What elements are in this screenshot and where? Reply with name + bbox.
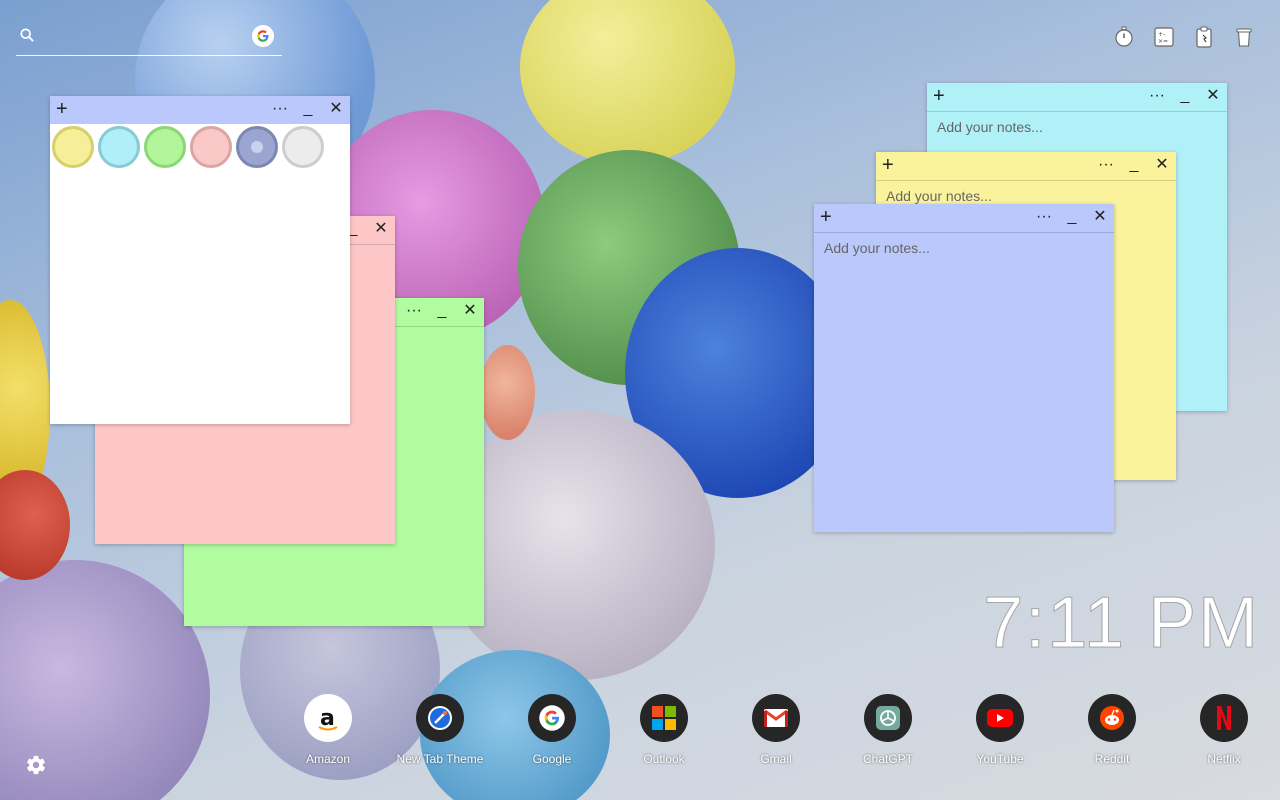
add-note-button[interactable]: + [882, 155, 898, 175]
shortcut-google[interactable]: Google [496, 694, 608, 766]
search-icon [20, 28, 34, 42]
gear-icon[interactable] [25, 754, 47, 776]
gmail-icon[interactable] [752, 694, 800, 742]
shortcut-label: YouTube [976, 752, 1024, 766]
minimize-button[interactable]: _ [1064, 208, 1080, 226]
note-titlebar[interactable]: + ··· _ ✕ [50, 96, 350, 124]
chatgpt-icon[interactable] [864, 694, 912, 742]
more-options-button[interactable]: ··· [1098, 156, 1114, 174]
google-search-engine-icon[interactable] [252, 25, 274, 47]
minimize-button[interactable]: _ [1126, 156, 1142, 174]
calculator-icon[interactable]: +- ×= [1154, 26, 1174, 48]
note-text-area[interactable]: Add your notes... [937, 119, 1043, 135]
svg-text:+-: +- [1158, 31, 1165, 38]
shortcut-reddit[interactable]: Reddit [1056, 694, 1168, 766]
note-titlebar[interactable]: + ··· _ ✕ [927, 83, 1227, 111]
shortcut-label: New Tab Theme [396, 752, 484, 766]
youtube-icon[interactable] [976, 694, 1024, 742]
more-options-button[interactable]: ··· [1036, 208, 1052, 226]
shortcut-new-tab-theme[interactable]: New Tab Theme [384, 694, 496, 766]
clock: 7:11 PM [983, 583, 1260, 664]
divider [876, 180, 1176, 181]
shortcut-label: Netflix [1207, 752, 1241, 766]
minimize-button[interactable]: _ [300, 100, 316, 118]
shortcut-label: Amazon [305, 752, 351, 766]
shortcut-outlook[interactable]: Outlook [608, 694, 720, 766]
note-titlebar[interactable]: + ··· _ ✕ [876, 152, 1176, 180]
shortcut-amazon[interactable]: a Amazon [272, 694, 384, 766]
shortcut-netflix[interactable]: Netflix [1168, 694, 1280, 766]
note-text-area[interactable]: Add your notes... [886, 188, 992, 204]
color-swatch-white[interactable] [282, 126, 324, 168]
more-options-button[interactable]: ··· [272, 100, 288, 118]
shortcut-label: Gmail [760, 752, 792, 766]
close-button[interactable]: ✕ [462, 302, 478, 320]
shortcut-label: ChatGPT [862, 752, 913, 766]
shortcut-youtube[interactable]: YouTube [944, 694, 1056, 766]
shortcut-gmail[interactable]: Gmail [720, 694, 832, 766]
shortcut-label: Google [532, 752, 572, 766]
add-note-button[interactable]: + [933, 86, 949, 106]
more-options-button[interactable]: ··· [406, 302, 422, 320]
stopwatch-icon[interactable] [1114, 26, 1134, 48]
color-swatch-pink[interactable] [190, 126, 232, 168]
close-button[interactable]: ✕ [1205, 87, 1221, 105]
color-swatch-blue-selected[interactable] [236, 126, 278, 168]
minimize-button[interactable]: _ [434, 302, 450, 320]
new-tab-theme-icon[interactable] [416, 694, 464, 742]
netflix-icon[interactable] [1200, 694, 1248, 742]
color-swatch-green[interactable] [144, 126, 186, 168]
clipboard-icon[interactable] [1194, 26, 1214, 48]
reddit-icon[interactable] [1088, 694, 1136, 742]
divider [927, 111, 1227, 112]
shortcut-chatgpt[interactable]: ChatGPT [832, 694, 944, 766]
add-note-button[interactable]: + [56, 99, 72, 119]
add-note-button[interactable]: + [820, 207, 836, 227]
color-swatch-yellow[interactable] [52, 126, 94, 168]
shortcut-label: Reddit [1094, 752, 1130, 766]
toolbar: +- ×= [1114, 26, 1254, 48]
shortcut-dock: a Amazon New Tab Theme Google Outlook Gm [272, 694, 1280, 766]
note-text-area[interactable]: Add your notes... [824, 240, 930, 256]
sticky-note-blue[interactable]: + ··· _ ✕ Add your notes... [814, 204, 1114, 532]
trash-icon[interactable] [1234, 26, 1254, 48]
minimize-button[interactable]: _ [1177, 87, 1193, 105]
more-options-button[interactable]: ··· [1149, 87, 1165, 105]
note-titlebar[interactable]: + ··· _ ✕ [814, 204, 1114, 232]
google-icon[interactable] [528, 694, 576, 742]
shortcut-label: Outlook [643, 752, 685, 766]
color-swatch-cyan[interactable] [98, 126, 140, 168]
search-input[interactable] [50, 28, 244, 50]
close-button[interactable]: ✕ [1092, 208, 1108, 226]
outlook-icon[interactable] [640, 694, 688, 742]
search-bar [16, 22, 282, 56]
color-picker [52, 126, 324, 168]
svg-text:a: a [320, 706, 335, 731]
close-button[interactable]: ✕ [328, 100, 344, 118]
close-button[interactable]: ✕ [1154, 156, 1170, 174]
svg-text:×=: ×= [1158, 38, 1168, 45]
sticky-note-white[interactable]: + ··· _ ✕ [50, 96, 350, 424]
close-button[interactable]: ✕ [373, 220, 389, 238]
amazon-icon[interactable]: a [304, 694, 352, 742]
divider [814, 232, 1114, 233]
